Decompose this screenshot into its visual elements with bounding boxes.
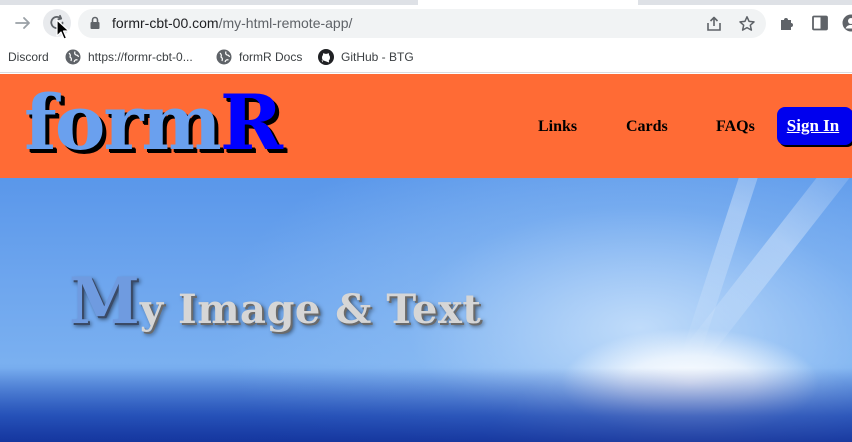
horizon-shade [0, 368, 852, 442]
forward-button[interactable] [9, 9, 37, 37]
sign-in-button[interactable]: Sign In [777, 107, 852, 145]
bookmark-discord[interactable]: Discord [8, 48, 49, 66]
address-bar[interactable]: formr-cbt-00.com/my-html-remote-app/ [78, 9, 766, 38]
site-header: formR Links Cards FAQs Sign In [0, 74, 852, 178]
bookmark-star-icon[interactable] [738, 15, 756, 33]
profile-avatar-icon[interactable] [842, 14, 852, 32]
hero-banner: My Image & Text [0, 178, 852, 442]
bookmark-label: Discord [8, 50, 49, 64]
url-text[interactable]: formr-cbt-00.com/my-html-remote-app/ [112, 15, 352, 31]
bookmark-formr-docs[interactable]: formR Docs [216, 48, 302, 66]
github-icon [318, 49, 334, 65]
bookmark-github-btg[interactable]: GitHub - BTG [318, 48, 414, 66]
logo-text-r: R [219, 78, 283, 167]
bookmarks-bar: Discord https://formr-cbt-0... formR Doc… [0, 41, 852, 73]
globe-icon [216, 49, 232, 65]
mouse-cursor-icon [56, 19, 70, 40]
hero-title-rest: y Image & Text [139, 286, 482, 333]
forward-arrow-icon [15, 17, 30, 29]
nav-link-links[interactable]: Links [538, 118, 577, 136]
side-panel-icon[interactable] [811, 14, 829, 32]
url-host: formr-cbt-00.com [112, 15, 219, 31]
logo-text-form: form [24, 78, 222, 167]
hero-title: My Image & Text [69, 270, 481, 334]
share-icon[interactable] [705, 15, 723, 33]
browser-toolbar: formr-cbt-00.com/my-html-remote-app/ [0, 5, 852, 41]
bookmark-label: formR Docs [239, 50, 303, 64]
site-logo[interactable]: formR [24, 85, 283, 161]
lock-icon[interactable] [89, 16, 101, 30]
sign-in-label: Sign In [786, 116, 840, 135]
globe-icon [65, 49, 81, 65]
bookmark-label: GitHub - BTG [341, 50, 414, 64]
bookmark-formr-site[interactable]: https://formr-cbt-0... [65, 48, 193, 66]
nav-link-cards[interactable]: Cards [626, 118, 668, 136]
hero-title-initial: M [69, 264, 140, 339]
bookmark-label: https://formr-cbt-0... [88, 50, 193, 64]
nav-link-faqs[interactable]: FAQs [716, 118, 755, 136]
extensions-puzzle-icon[interactable] [778, 14, 796, 32]
url-path: /my-html-remote-app/ [218, 15, 353, 31]
